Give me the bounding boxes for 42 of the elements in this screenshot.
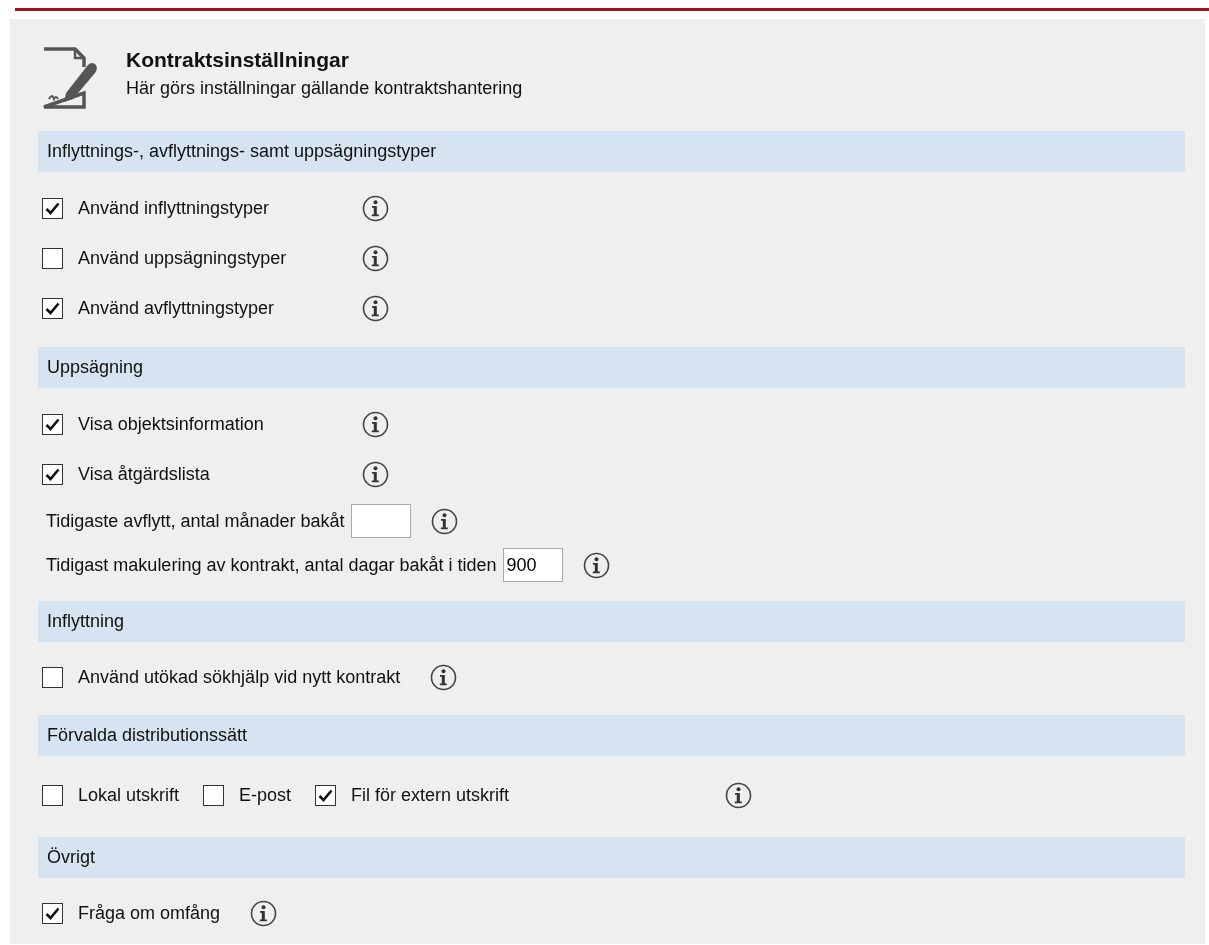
info-icon[interactable] xyxy=(362,294,389,322)
section-header: Uppsägning xyxy=(38,347,1185,388)
checkbox-label[interactable]: Använd inflyttningstyper xyxy=(78,197,348,219)
checkbox-label[interactable]: E-post xyxy=(239,784,292,806)
info-icon[interactable] xyxy=(430,507,458,535)
number-field[interactable]: 900 xyxy=(502,548,563,582)
info-icon[interactable] xyxy=(250,899,278,927)
checkbox-label[interactable]: Använd avflyttningstyper xyxy=(78,297,348,319)
checkbox-label[interactable]: Använd uppsägningstyper xyxy=(78,247,348,269)
field-label: Tidigaste avflytt, antal månader bakåt xyxy=(46,510,345,532)
page-title: Kontraktsinställningar xyxy=(126,48,350,72)
checkbox[interactable] xyxy=(42,297,63,319)
checkbox[interactable] xyxy=(42,784,63,806)
info-icon[interactable] xyxy=(582,551,610,579)
checkbox-label[interactable]: Visa objektsinformation xyxy=(78,413,348,435)
checkbox[interactable] xyxy=(42,902,63,924)
info-icon[interactable] xyxy=(362,194,389,222)
checkbox[interactable] xyxy=(42,463,63,485)
section-header: Inflyttnings-, avflyttnings- samt uppsägningstyper xyxy=(38,131,1185,172)
number-field[interactable] xyxy=(350,504,411,538)
checkbox[interactable] xyxy=(42,666,63,688)
checkbox[interactable] xyxy=(315,784,337,806)
checkbox[interactable] xyxy=(203,784,225,806)
section-header: Inflyttning xyxy=(38,601,1185,642)
checkbox[interactable] xyxy=(42,197,63,219)
info-icon[interactable] xyxy=(430,663,458,691)
checkbox-label[interactable]: Lokal utskrift xyxy=(78,784,180,806)
info-icon[interactable] xyxy=(362,410,389,438)
checkbox[interactable] xyxy=(42,247,63,269)
info-icon[interactable] xyxy=(362,460,389,488)
field-label: Tidigast makulering av kontrakt, antal dagar bakåt i tiden xyxy=(46,554,497,576)
checkbox-label[interactable]: Fil för extern utskrift xyxy=(351,784,510,806)
info-icon[interactable] xyxy=(725,781,753,809)
section-header: Övrigt xyxy=(38,837,1185,878)
checkbox-label[interactable]: Använd utökad sökhjälp vid nytt kontrakt xyxy=(78,666,401,688)
checkbox-label[interactable]: Fråga om omfång xyxy=(78,902,221,924)
checkbox-label[interactable]: Visa åtgärdslista xyxy=(78,463,348,485)
checkbox[interactable] xyxy=(42,413,63,435)
section-header: Förvalda distributionssätt xyxy=(38,715,1185,756)
info-icon[interactable] xyxy=(362,244,389,272)
page-subtitle: Här görs inställningar gällande kontraktshantering xyxy=(126,78,523,99)
document-pen-icon xyxy=(42,47,98,109)
